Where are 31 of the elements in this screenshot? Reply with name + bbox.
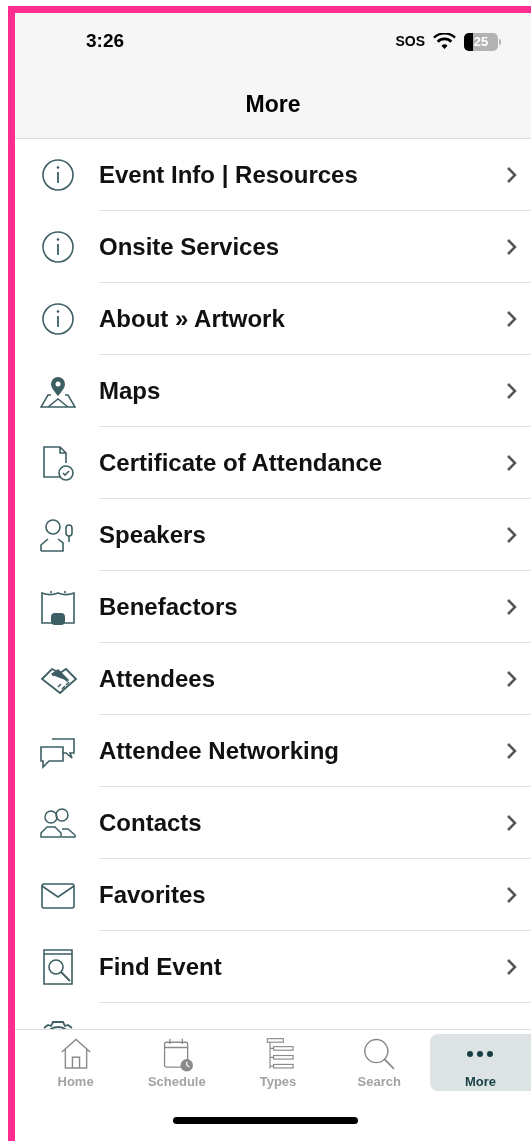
wifi-icon: [433, 33, 456, 50]
chevron-icon: [506, 597, 517, 616]
carrier-text: SOS: [395, 32, 425, 51]
menu-item[interactable]: Benefactors: [15, 571, 531, 643]
chevron-icon: [506, 885, 517, 904]
menu-item[interactable]: Maps: [15, 355, 531, 427]
tab[interactable]: More: [429, 1034, 531, 1091]
chevron-icon: [506, 813, 517, 832]
chevron-icon: [506, 453, 517, 472]
menu-item[interactable]: Contacts: [15, 787, 531, 859]
menu-item[interactable]: Onsite Services: [15, 211, 531, 283]
chevron-icon: [506, 381, 517, 400]
battery-level: 25: [473, 32, 489, 51]
chevron-icon: [506, 669, 517, 688]
menu-item[interactable]: Find Event: [15, 931, 531, 1003]
chevron-icon: [506, 741, 517, 760]
menu-item[interactable]: Speakers: [15, 499, 531, 571]
menu-item[interactable]: Event Info | Resources: [15, 139, 531, 211]
more-icon: [467, 1050, 494, 1057]
chevron-icon: [506, 165, 517, 184]
page-title: More: [245, 89, 301, 119]
chevron-icon: [506, 237, 517, 256]
chevron-icon: [506, 957, 517, 976]
menu-item[interactable]: Attendee Networking: [15, 715, 531, 787]
menu-item[interactable]: About » Artwork: [15, 283, 531, 355]
menu-item[interactable]: Attendees: [15, 643, 531, 715]
chevron-icon: [506, 525, 517, 544]
status-time: 3:26: [86, 29, 125, 54]
chevron-icon: [506, 309, 517, 328]
menu-item[interactable]: Favorites: [15, 859, 531, 931]
menu-item[interactable]: Certificate of Attendance: [15, 427, 531, 499]
